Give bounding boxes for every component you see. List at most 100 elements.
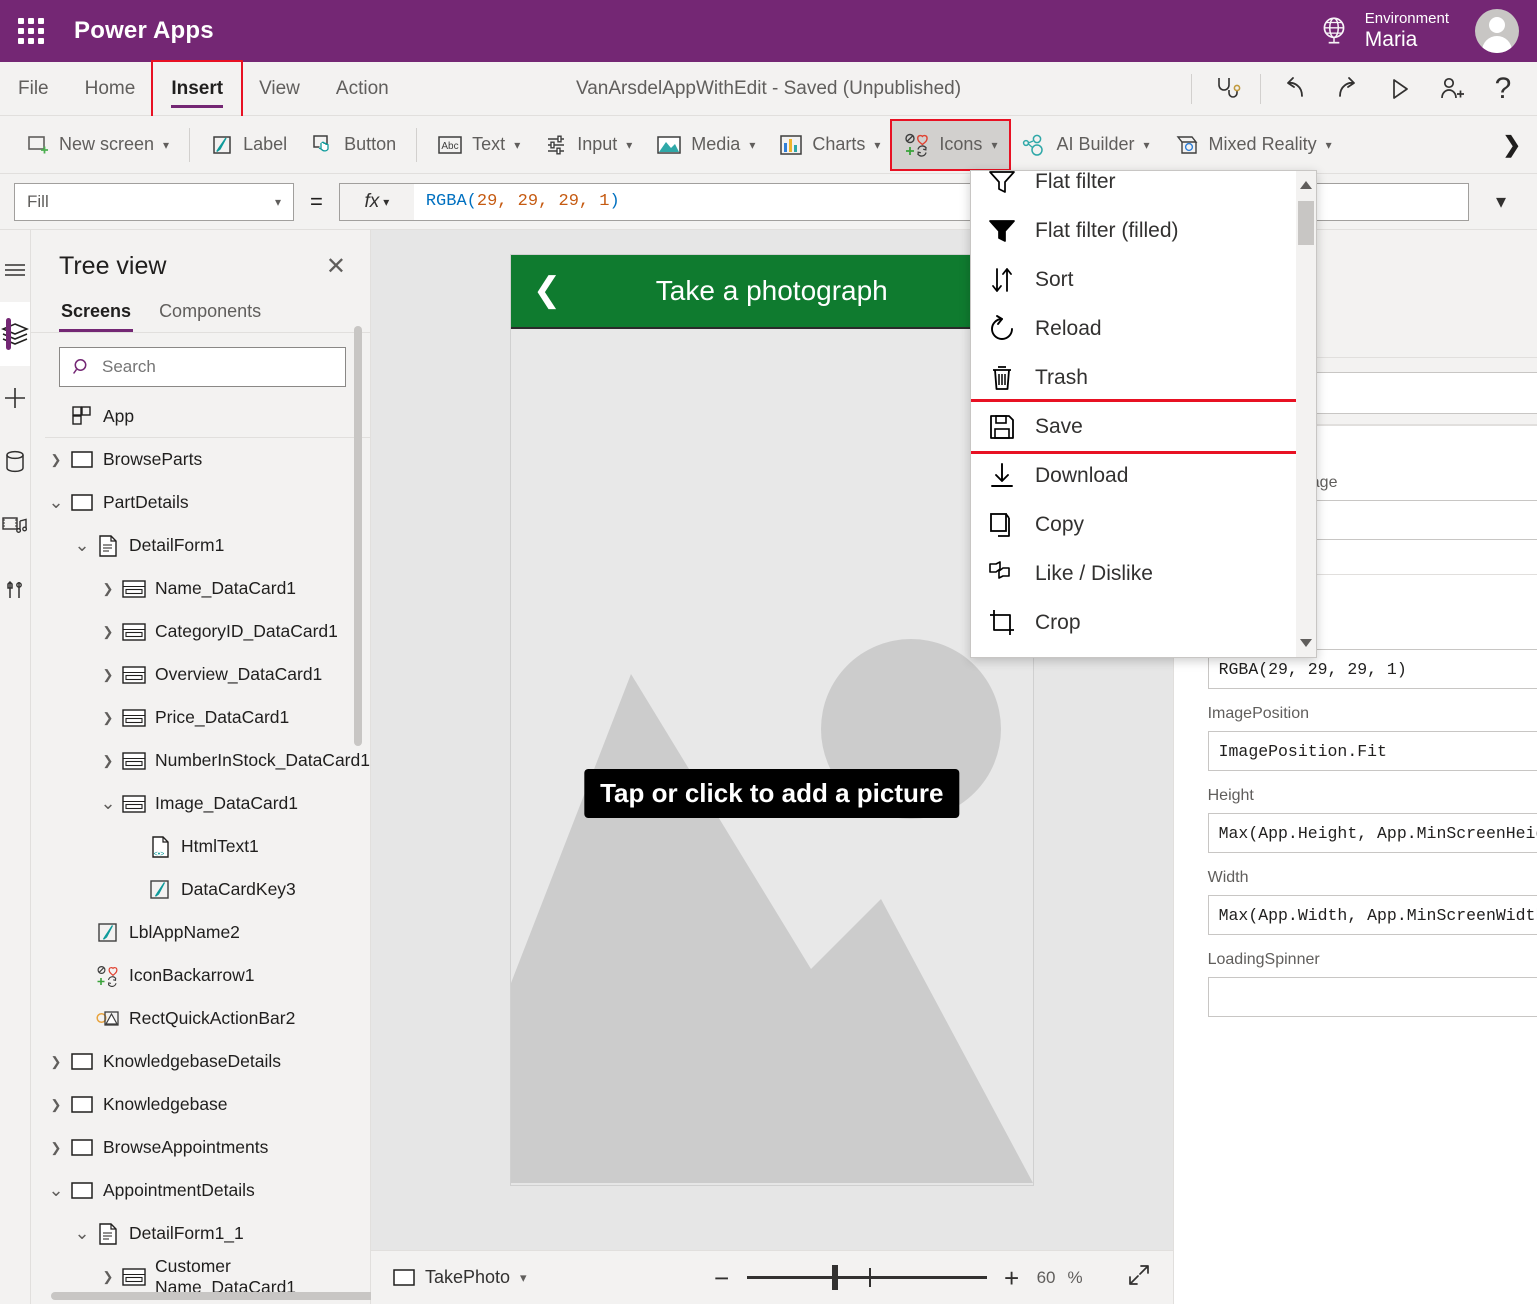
tree-vertical-scrollbar[interactable] <box>353 326 362 746</box>
tree-node[interactable]: ❯ Price_DataCard1 <box>45 696 370 739</box>
scroll-up-arrow-icon[interactable] <box>1300 181 1312 189</box>
chevron-right-icon[interactable]: ❯ <box>97 753 119 769</box>
environment-block[interactable]: Environment Maria <box>1365 10 1449 51</box>
menu-item-action[interactable]: Action <box>318 62 407 116</box>
icons-menu-item[interactable]: Reload <box>971 304 1301 353</box>
photo-placeholder[interactable]: Tap or click to add a picture <box>510 329 1033 1183</box>
formula-expand-icon[interactable]: ▾ <box>1479 189 1523 214</box>
ribbon-charts[interactable]: Charts ▾ <box>767 121 892 169</box>
tree-node[interactable]: ⌄ PartDetails <box>45 481 370 524</box>
tab-screens[interactable]: Screens <box>59 295 134 332</box>
tree-node[interactable]: ❯ CategoryID_DataCard1 <box>45 610 370 653</box>
redo-icon[interactable] <box>1323 65 1371 113</box>
tree-node[interactable]: LblAppName2 <box>45 911 370 954</box>
ribbon-ai-builder[interactable]: AI Builder ▾ <box>1009 121 1161 169</box>
tree-node[interactable]: ❯ BrowseAppointments <box>45 1126 370 1169</box>
tree-node[interactable]: ❯ Name_DataCard1 <box>45 567 370 610</box>
icons-menu-item[interactable]: Trash <box>971 353 1301 402</box>
property-selector[interactable]: Fill ▾ <box>14 182 294 221</box>
menu-item-insert[interactable]: Insert <box>151 59 244 118</box>
tree-node[interactable]: ❯ NumberInStock_DataCard1 <box>45 739 370 782</box>
ribbon-text[interactable]: Abc Text ▾ <box>425 121 532 169</box>
close-icon[interactable]: ✕ <box>326 254 346 279</box>
tree-node[interactable]: ❯ Overview_DataCard1 <box>45 653 370 696</box>
chevron-right-icon[interactable]: ❯ <box>97 1269 119 1285</box>
chevron-down-icon[interactable]: ⌄ <box>71 1223 93 1244</box>
chevron-right-icon[interactable]: ❯ <box>97 581 119 597</box>
chevron-right-icon[interactable]: ❯ <box>97 667 119 683</box>
icons-menu-item[interactable]: Copy <box>971 500 1301 549</box>
ribbon-new-screen[interactable]: New screen ▾ <box>14 121 181 169</box>
icons-menu-item[interactable]: Save <box>971 399 1304 454</box>
chevron-right-icon[interactable]: ❯ <box>97 710 119 726</box>
chevron-down-icon[interactable]: ⌄ <box>71 535 93 556</box>
scroll-down-arrow-icon[interactable] <box>1300 639 1312 647</box>
search-box[interactable] <box>59 347 346 387</box>
menu-item-home[interactable]: Home <box>67 62 154 116</box>
ribbon-icons[interactable]: Icons ▾ <box>890 118 1012 171</box>
chevron-right-icon[interactable]: ❯ <box>97 624 119 640</box>
tree-node[interactable]: ⌄ DetailForm1_1 <box>45 1212 370 1255</box>
undo-icon[interactable] <box>1271 65 1319 113</box>
property-value-input[interactable]: ImagePosition.Fit <box>1207 731 1537 771</box>
back-chevron-icon[interactable]: ❮ <box>533 273 562 307</box>
tree-node[interactable]: IconBackarrow1 <box>45 954 370 997</box>
screen-selector[interactable]: TakePhoto ▾ <box>393 1267 527 1288</box>
zoom-slider[interactable] <box>746 1265 987 1290</box>
icons-menu-item[interactable]: Flat filter <box>971 171 1301 206</box>
tree-node[interactable]: DataCardKey3 <box>45 868 370 911</box>
icons-menu-item[interactable]: Crop <box>971 598 1301 647</box>
minus-icon[interactable]: − <box>709 1265 735 1291</box>
property-value-input[interactable]: Max(App.Width, App.MinScreenWidth) <box>1207 895 1537 935</box>
app-screen-preview[interactable]: ❮ Take a photograph Tap or click to add … <box>510 255 1033 1185</box>
scrollbar-thumb[interactable] <box>1298 201 1314 245</box>
tree-node[interactable]: <•> HtmlText1 <box>45 825 370 868</box>
tree-node[interactable]: ⌄ AppointmentDetails <box>45 1169 370 1212</box>
menu-item-view[interactable]: View <box>241 62 318 116</box>
chevron-down-icon[interactable]: ⌄ <box>97 793 119 814</box>
expand-diagonal-icon[interactable] <box>1127 1263 1151 1293</box>
chevron-right-icon[interactable]: ❯ <box>45 1054 67 1070</box>
help-icon[interactable]: ? <box>1479 65 1527 113</box>
ribbon-media[interactable]: Media ▾ <box>644 121 767 169</box>
icons-menu-item[interactable]: Like / Dislike <box>971 549 1301 598</box>
icons-menu-item[interactable]: Flat filter (filled) <box>971 206 1301 255</box>
app-checker-icon[interactable] <box>1202 65 1250 113</box>
plus-icon[interactable]: + <box>999 1265 1025 1291</box>
icons-menu-scrollbar[interactable] <box>1296 171 1316 657</box>
tree-node[interactable]: ⌄ Image_DataCard1 <box>45 782 370 825</box>
menu-item-file[interactable]: File <box>0 62 67 116</box>
chevron-right-icon[interactable]: ❯ <box>45 1140 67 1156</box>
property-value-input[interactable]: Max(App.Height, App.MinScreenHeight) <box>1207 813 1537 853</box>
icons-menu-item[interactable]: Download <box>971 451 1301 500</box>
preview-app-icon[interactable] <box>1375 65 1423 113</box>
tree-node[interactable]: ❯ KnowledgebaseDetails <box>45 1040 370 1083</box>
ribbon-input[interactable]: Input ▾ <box>532 121 644 169</box>
data-icon[interactable] <box>0 430 30 494</box>
avatar[interactable] <box>1475 9 1519 53</box>
zoom-slider-knob[interactable] <box>831 1265 838 1290</box>
hamburger-icon[interactable] <box>0 238 30 302</box>
tree-node[interactable]: ❯ BrowseParts <box>45 438 370 481</box>
chevron-right-icon[interactable]: ❯ <box>45 1097 67 1113</box>
app-launcher-icon[interactable] <box>0 0 62 62</box>
tree-node-app[interactable]: App <box>45 395 370 438</box>
chevron-down-icon[interactable]: ⌄ <box>45 492 67 513</box>
tree-node[interactable]: ⌄ DetailForm1 <box>45 524 370 567</box>
chevron-right-icon[interactable]: ❯ <box>45 452 67 468</box>
advanced-tools-icon[interactable] <box>0 558 30 622</box>
ribbon-button[interactable]: Button <box>299 121 408 169</box>
tree-node[interactable]: ❯ Knowledgebase <box>45 1083 370 1126</box>
search-input[interactable] <box>102 357 333 377</box>
chevron-down-icon[interactable]: ⌄ <box>45 1180 67 1201</box>
fx-button[interactable]: fx ▾ <box>340 191 414 213</box>
icons-menu-item[interactable]: Sort <box>971 255 1301 304</box>
chevron-down-icon[interactable]: ❯ <box>1503 132 1521 158</box>
share-icon[interactable] <box>1427 65 1475 113</box>
ribbon-label[interactable]: Label <box>198 121 299 169</box>
tree-horizontal-scrollbar[interactable] <box>51 1292 381 1300</box>
tree-view-icon[interactable] <box>0 302 30 366</box>
tab-components[interactable]: Components <box>157 295 263 332</box>
media-library-icon[interactable] <box>0 494 30 558</box>
ribbon-mixed-reality[interactable]: Mixed Reality ▾ <box>1162 121 1344 169</box>
